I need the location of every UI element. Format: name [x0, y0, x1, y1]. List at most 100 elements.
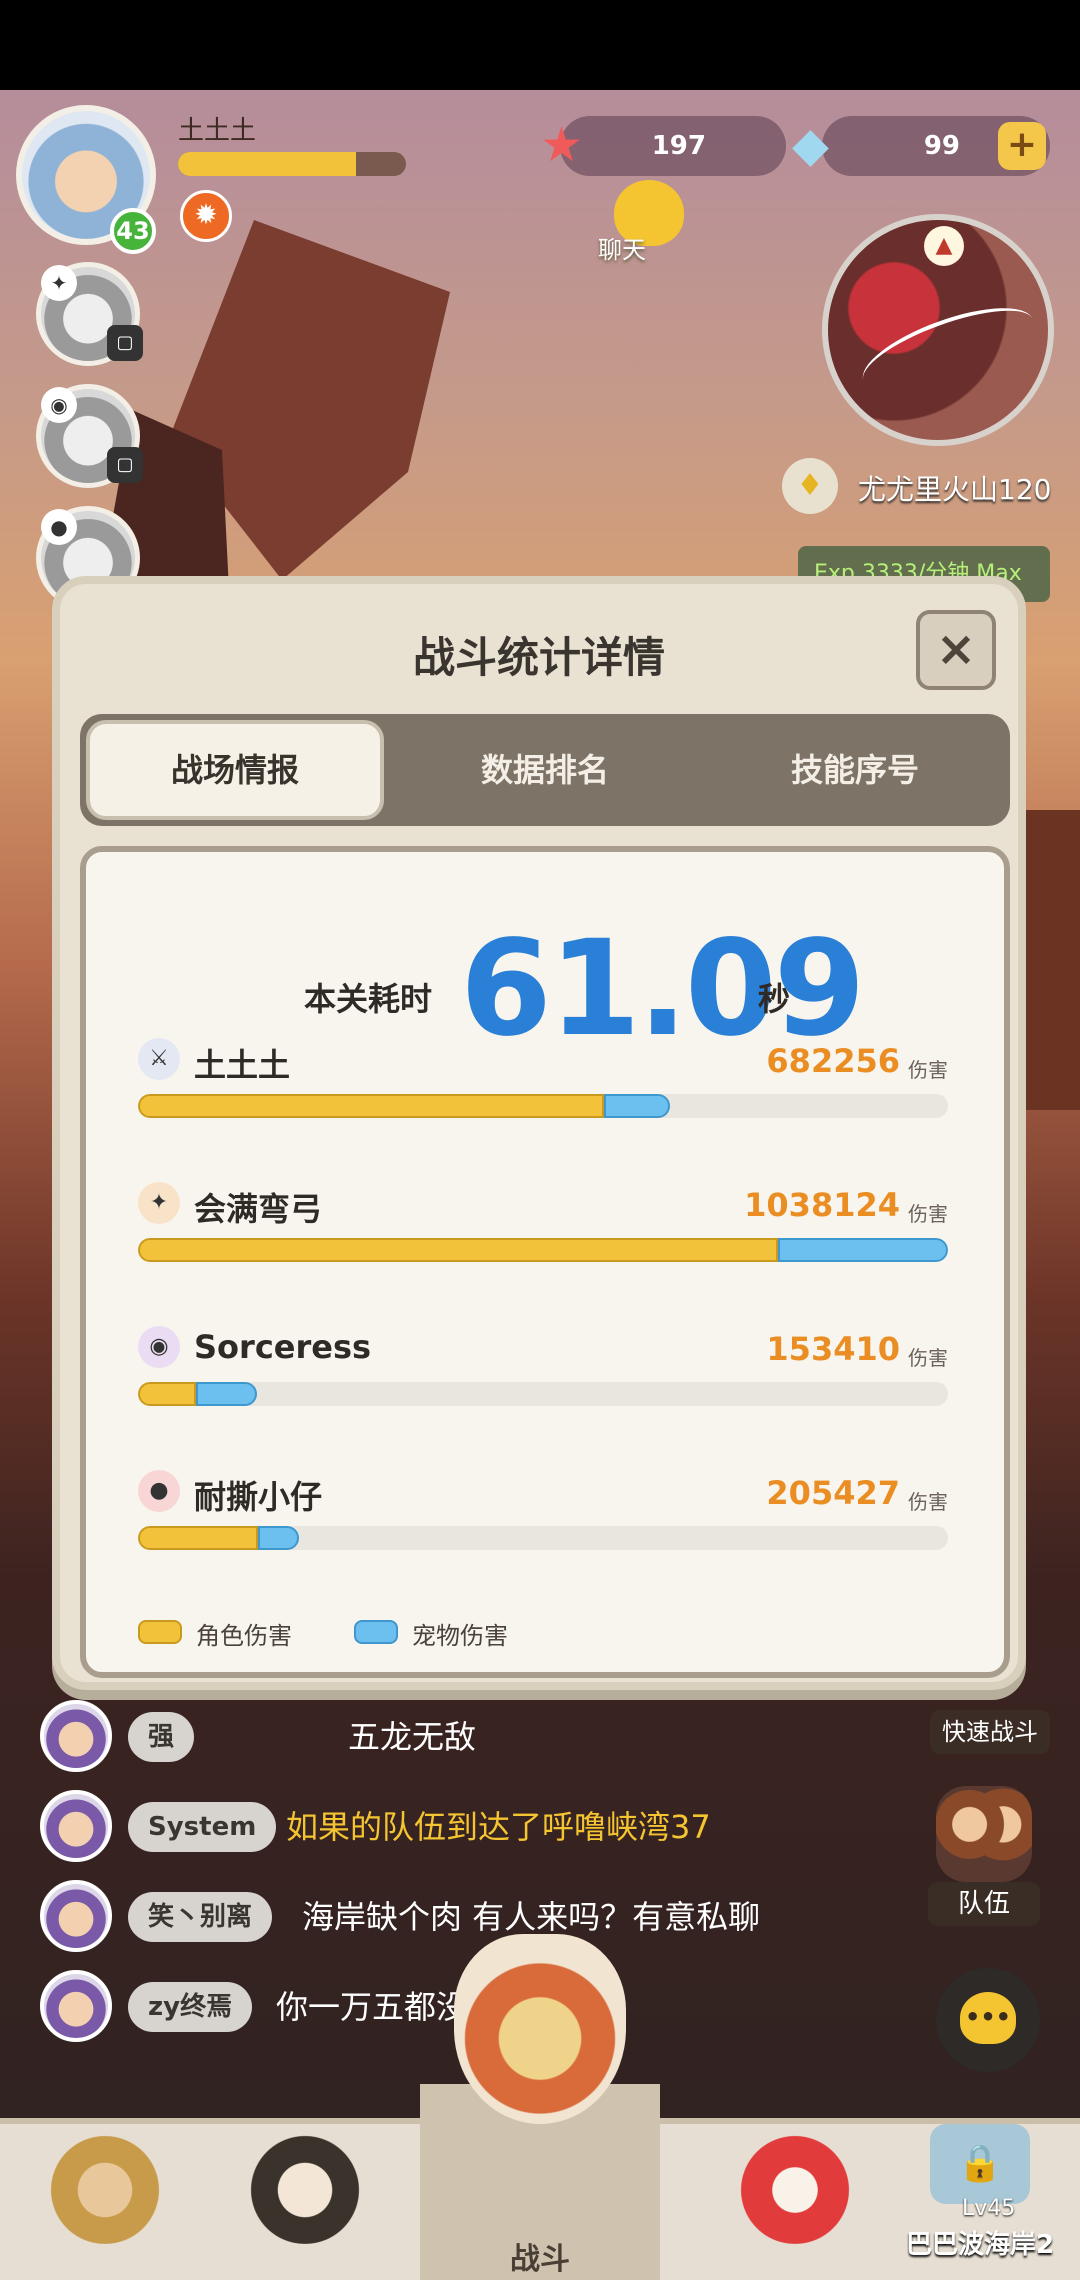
close-button[interactable]: × — [916, 610, 996, 690]
damage-unit: 伤害 — [908, 1346, 948, 1370]
pet-damage-fill — [258, 1526, 299, 1550]
add-currency-button[interactable]: + — [998, 122, 1046, 170]
pet-damage-swatch — [354, 1620, 398, 1644]
player-name: 会满弯弓 — [194, 1190, 323, 1228]
player-exp-bar — [178, 152, 406, 176]
player-exp-fill — [178, 152, 356, 176]
bottom-nav: 战斗 🔒 Lv45 巴巴波海岸2 — [0, 1934, 1080, 2280]
player-name: Sorceress — [194, 1328, 372, 1366]
chat-shortcut-label: 聊天 — [598, 236, 646, 264]
tab-battle-report[interactable]: 战场情报 — [86, 720, 384, 820]
nav-battle-label: 战斗 — [510, 2242, 570, 2277]
quick-battle-button[interactable]: 快速战斗 — [930, 1710, 1050, 1754]
pet-damage-fill — [604, 1094, 670, 1118]
damage-row: ⚔ 土土土 682256 伤害 — [138, 1038, 948, 1128]
shell-currency: ◆ 99 + — [792, 116, 1050, 176]
nav-character-1[interactable] — [30, 2084, 180, 2274]
character-damage-label: 角色伤害 — [196, 1622, 292, 1650]
character-damage-fill — [138, 1526, 258, 1550]
nav-character-2[interactable] — [230, 2084, 380, 2274]
chat-sender[interactable]: 强 — [128, 1712, 195, 1762]
chat-text: 五龙无敌 — [348, 1718, 477, 1756]
map-name: 巴巴波海岸2 — [905, 2230, 1055, 2260]
player-level-badge: 43 — [110, 208, 156, 254]
buff-icon[interactable]: ✹ — [180, 190, 232, 242]
damage-bar — [138, 1094, 948, 1118]
character-damage-fill — [138, 1238, 778, 1262]
bow-class-icon: ✦ — [138, 1182, 180, 1224]
bow-class-icon: ✦ — [41, 265, 77, 301]
damage-value: 205427 — [766, 1474, 900, 1512]
dialog-title: 战斗统计详情 — [412, 633, 665, 682]
nav-pet[interactable] — [720, 2084, 870, 2274]
location-icon: ♦ — [782, 458, 838, 514]
character-damage-fill — [138, 1094, 604, 1118]
tab-skill-order[interactable]: 技能序号 — [706, 720, 1004, 820]
minimap[interactable]: ▲ — [822, 214, 1054, 446]
character-portrait-icon — [245, 2124, 365, 2244]
magic-class-icon: ◉ — [138, 1326, 180, 1368]
shell-count: 99 — [923, 131, 960, 161]
player-name: 土土土 — [194, 1046, 291, 1084]
damage-bar — [138, 1526, 948, 1550]
chat-sender[interactable]: 笑丶别离 — [128, 1892, 273, 1942]
team-label: 队伍 — [928, 1882, 1040, 1926]
stage-time: 本关耗时 61.09 秒 — [86, 892, 1004, 1066]
chat-sender[interactable]: System — [128, 1802, 277, 1852]
damage-row: ✦ 会满弯弓 1038124 伤害 — [138, 1182, 948, 1272]
character-damage-fill — [138, 1382, 196, 1406]
chat-button[interactable]: ••• — [936, 1968, 1040, 2072]
pet-damage-fill — [778, 1238, 948, 1262]
teammate-avatar[interactable]: ◉ ▢ — [36, 384, 143, 488]
starfish-icon: ★ — [540, 117, 584, 173]
chat-shortcut-button[interactable]: 聊天 — [578, 180, 688, 264]
chat-text: 如果的队伍到达了呼噜峡湾37 — [286, 1808, 711, 1846]
damage-value: 1038124 — [744, 1186, 900, 1224]
chat-avatar[interactable] — [40, 1970, 112, 2042]
player-name: 土土土 — [178, 116, 257, 146]
teammate-avatar[interactable]: ✦ ▢ — [36, 262, 143, 366]
tab-data-ranking[interactable]: 数据排名 — [396, 720, 694, 820]
damage-unit: 伤害 — [908, 1058, 948, 1082]
chat-bubble-icon: ••• — [960, 1992, 1016, 2044]
damage-row: ◉ Sorceress 153410 伤害 — [138, 1326, 948, 1416]
chat-message: System 如果的队伍到达了呼噜峡湾37 — [40, 1790, 940, 1862]
pet-damage-fill — [196, 1382, 257, 1406]
chat-sender[interactable]: zy终焉 — [128, 1982, 253, 2032]
damage-value: 153410 — [766, 1330, 900, 1368]
damage-bar — [138, 1382, 948, 1406]
chat-avatar[interactable] — [40, 1790, 112, 1862]
chat-avatar[interactable] — [40, 1700, 112, 1772]
chat-tag-icon: ▢ — [107, 447, 143, 483]
damage-row: ● 耐撕小仔 205427 伤害 — [138, 1470, 948, 1560]
stage-time-label: 本关耗时 — [304, 980, 433, 1018]
team-icon — [936, 1786, 1032, 1882]
fire-class-icon: ● — [138, 1470, 180, 1512]
fire-class-icon: ● — [41, 509, 77, 545]
location-name: 尤尤里火山120 — [858, 473, 1052, 506]
damage-bar — [138, 1238, 948, 1262]
sword-class-icon: ⚔ — [138, 1038, 180, 1080]
character-damage-swatch — [138, 1620, 182, 1644]
lock-icon: 🔒 — [930, 2124, 1030, 2204]
nav-battle[interactable]: 战斗 — [420, 1934, 660, 2280]
damage-unit: 伤害 — [908, 1490, 948, 1514]
chat-tag-icon: ▢ — [107, 325, 143, 361]
magic-class-icon: ◉ — [41, 387, 77, 423]
chat-avatar[interactable] — [40, 1880, 112, 1952]
chat-message: 强 五龙无敌 — [40, 1700, 940, 1772]
battle-stats-dialog: 战斗统计详情 × 战场情报 数据排名 技能序号 本关耗时 61.09 秒 ⚔ 土… — [52, 576, 1026, 1690]
map-level: Lv45 — [962, 2196, 1016, 2221]
player-name: 耐撕小仔 — [194, 1478, 323, 1516]
battle-mask-icon — [454, 1934, 626, 2124]
warning-marker-icon: ▲ — [924, 226, 964, 266]
stats-panel: 本关耗时 61.09 秒 ⚔ 土土土 682256 伤害 ✦ 会满弯弓 1038… — [80, 846, 1010, 1678]
tab-bar: 战场情报 数据排名 技能序号 — [80, 714, 1010, 826]
pet-portrait-icon — [735, 2124, 855, 2244]
damage-value: 682256 — [766, 1042, 900, 1080]
team-button[interactable]: 队伍 — [928, 1786, 1040, 1926]
starfish-currency: ★ 197 — [540, 116, 786, 176]
character-portrait-icon — [45, 2124, 165, 2244]
starfish-count: 197 — [651, 131, 706, 161]
nav-locked-map[interactable]: 🔒 Lv45 巴巴波海岸2 — [890, 2084, 1070, 2274]
